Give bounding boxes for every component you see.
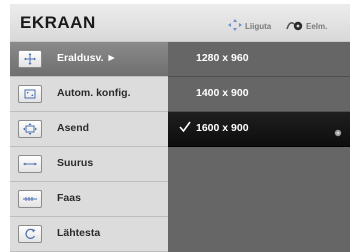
hint-move: Liiguta [228, 19, 271, 33]
menu-header: EKRAAN Liiguta Eelm. [10, 4, 350, 42]
resolution-option-selected[interactable]: 1600 x 900 [168, 112, 350, 147]
menu-item-label: Autom. konfig. [57, 87, 131, 99]
size-icon [18, 155, 42, 173]
reset-icon [18, 225, 42, 243]
resolution-option[interactable]: 1280 x 960 [168, 42, 350, 77]
menu-item-position[interactable]: Asend [10, 112, 168, 147]
resolution-option-label: 1280 x 960 [196, 52, 249, 64]
auto-config-icon [18, 85, 42, 103]
menu-list: Eraldusv. ► Autom. konfig. Asend Suurus … [10, 42, 168, 252]
menu-item-label: Lähtesta [57, 227, 101, 239]
menu-item-label: Eraldusv. ► [57, 52, 117, 64]
osd-menu: EKRAAN Liiguta Eelm. Eraldusv. ► Autom. … [10, 4, 350, 252]
position-icon [18, 120, 42, 138]
menu-item-label: Suurus [57, 157, 94, 169]
menu-item-phase[interactable]: Faas [10, 182, 168, 217]
checkmark-icon [178, 120, 192, 134]
hint-move-label: Liiguta [245, 21, 272, 31]
recommended-dot-icon [334, 124, 342, 137]
menu-item-reset[interactable]: Lähtesta [10, 217, 168, 252]
menu-item-size[interactable]: Suurus [10, 147, 168, 182]
resolution-icon [18, 50, 42, 68]
resolution-option-label: 1400 x 900 [196, 87, 249, 99]
hint-back: Eelm. [285, 19, 327, 33]
move-arrows-icon [228, 19, 242, 33]
hint-back-label: Eelm. [306, 21, 328, 31]
resolution-option[interactable]: 1400 x 900 [168, 77, 350, 112]
back-return-icon [285, 19, 303, 33]
phase-icon [18, 190, 42, 208]
menu-item-auto-config[interactable]: Autom. konfig. [10, 77, 168, 112]
menu-item-label: Faas [57, 192, 81, 204]
resolution-options: 1280 x 960 1400 x 900 1600 x 900 [168, 42, 350, 252]
resolution-option-label: 1600 x 900 [196, 122, 249, 134]
menu-item-label: Asend [57, 122, 90, 134]
menu-title: EKRAAN [20, 13, 96, 32]
menu-item-resolution[interactable]: Eraldusv. ► [10, 42, 168, 77]
